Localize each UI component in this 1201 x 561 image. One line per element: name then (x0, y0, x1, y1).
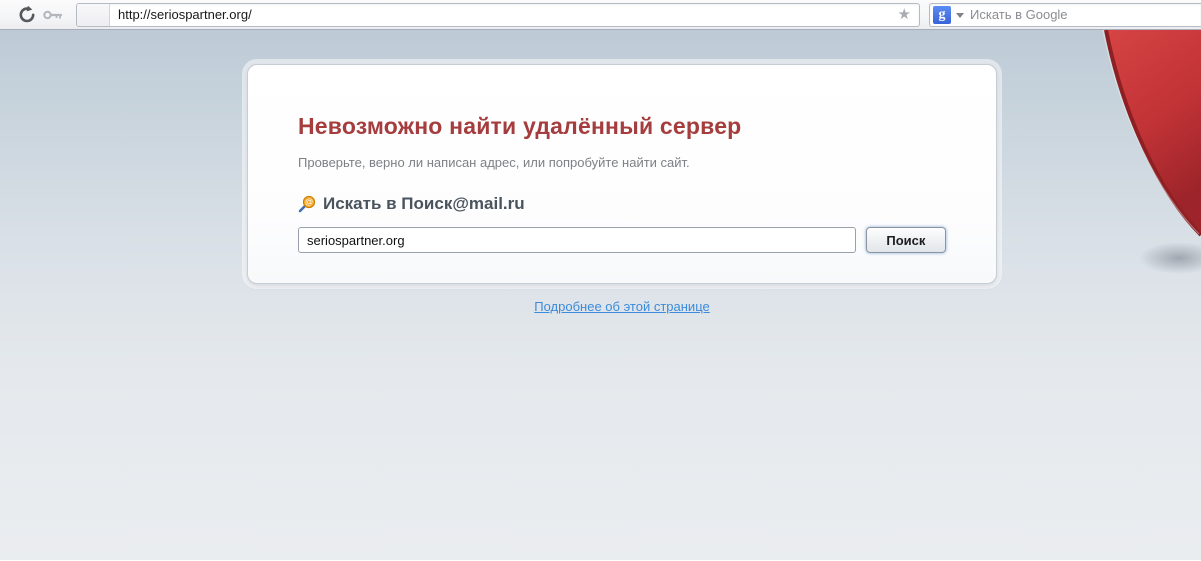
search-heading-row: @ Искать в Поиск@mail.ru (298, 194, 946, 214)
url-bar[interactable]: ★ (76, 2, 920, 27)
browser-toolbar: ★ g (0, 0, 1201, 30)
google-logo-icon[interactable]: g (933, 5, 951, 24)
search-submit-button[interactable]: Поиск (865, 227, 946, 253)
bookmark-star-icon[interactable]: ★ (894, 7, 919, 22)
reload-button[interactable] (14, 3, 40, 27)
error-card: Невозможно найти удалённый сервер Провер… (247, 64, 997, 284)
site-identity-box[interactable] (77, 3, 110, 26)
more-info-row: Подробнее об этой странице (247, 298, 997, 316)
site-search-form: Поиск (298, 227, 946, 253)
search-bar[interactable]: g (929, 2, 1201, 27)
url-input[interactable] (110, 3, 894, 26)
site-search-input[interactable] (298, 227, 856, 253)
error-title: Невозможно найти удалённый сервер (298, 113, 742, 139)
search-heading-label: Искать в Поиск@mail.ru (323, 194, 525, 213)
mailru-magnifier-icon: @ (298, 195, 316, 213)
key-icon (43, 10, 63, 19)
red-corner-decoration (1102, 30, 1201, 274)
error-subtitle: Проверьте, верно ли написан адрес, или п… (298, 155, 690, 170)
reload-icon (19, 5, 35, 22)
search-engine-dropdown-icon[interactable] (956, 13, 964, 18)
web-search-input[interactable] (970, 7, 1201, 22)
key-button[interactable] (40, 3, 66, 27)
svg-text:@: @ (305, 198, 313, 207)
error-page: Невозможно найти удалённый сервер Провер… (0, 30, 1201, 560)
more-info-link[interactable]: Подробнее об этой странице (534, 299, 709, 314)
